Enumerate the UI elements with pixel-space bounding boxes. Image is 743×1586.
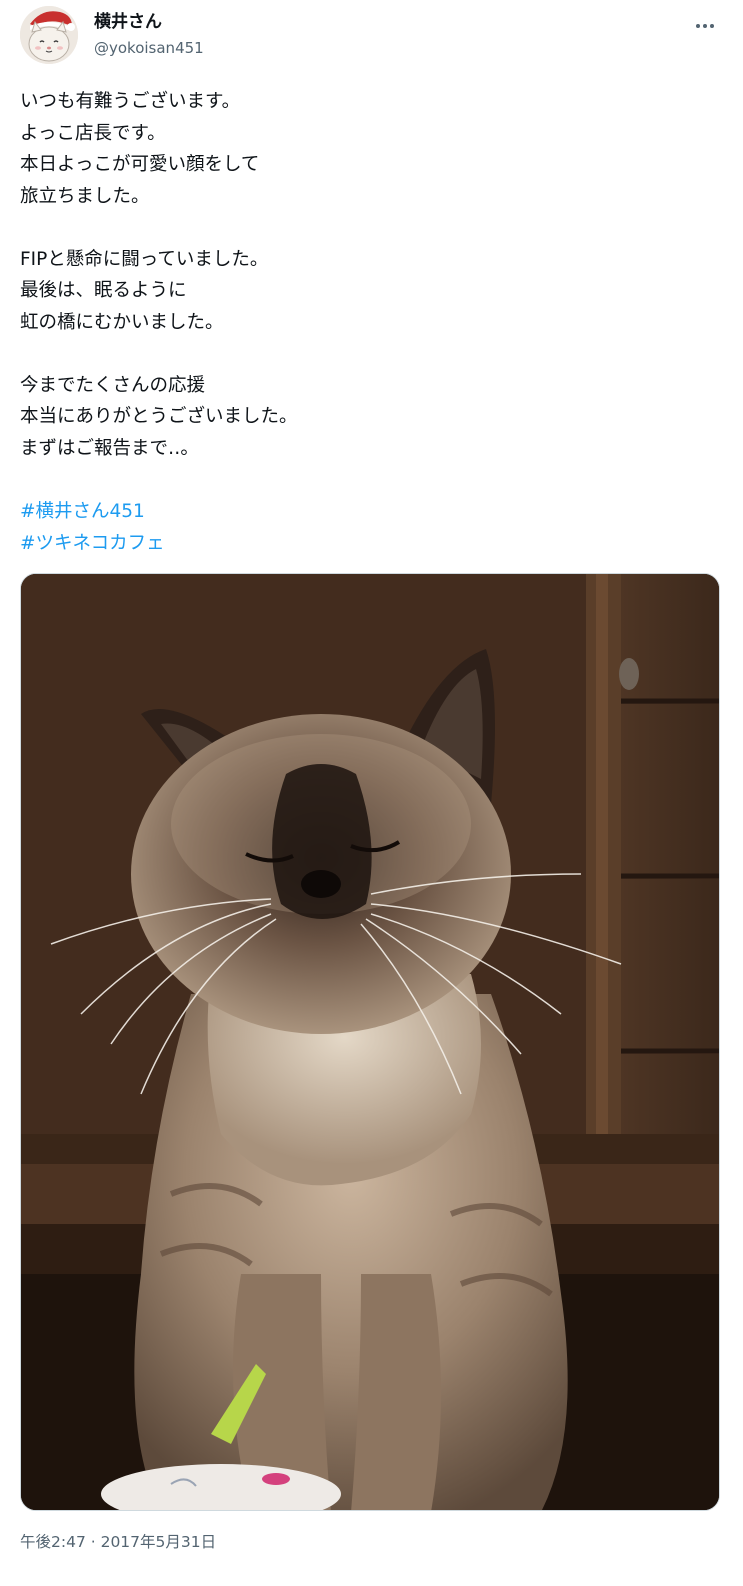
hashtag-list: #横井さん451 #ツキネコカフェ bbox=[20, 496, 165, 559]
cat-avatar-icon bbox=[20, 6, 78, 64]
tweet-photo[interactable] bbox=[20, 573, 720, 1511]
hashtag-link-tsukineko[interactable]: #ツキネコカフェ bbox=[20, 528, 165, 560]
more-horizontal-icon bbox=[696, 24, 714, 28]
tweet-card: 横井さん @yokoisan451 いつも有難うございます。 よっこ店長です。 … bbox=[0, 0, 743, 1586]
hashtag-link-yokoisan[interactable]: #横井さん451 bbox=[20, 496, 165, 528]
tweet-timestamp[interactable]: 午後2:47 · 2017年5月31日 bbox=[20, 1530, 216, 1554]
author-names: 横井さん @yokoisan451 bbox=[94, 10, 204, 58]
author-display-name[interactable]: 横井さん bbox=[94, 10, 204, 34]
author-handle[interactable]: @yokoisan451 bbox=[94, 38, 204, 58]
tweet-header: 横井さん @yokoisan451 bbox=[20, 6, 723, 68]
avatar[interactable] bbox=[20, 6, 78, 64]
cat-photo bbox=[21, 574, 719, 1510]
more-options-button[interactable] bbox=[689, 10, 721, 42]
tweet-text: いつも有難うございます。 よっこ店長です。 本日よっこが可愛い顔をして 旅立ちま… bbox=[20, 91, 298, 459]
